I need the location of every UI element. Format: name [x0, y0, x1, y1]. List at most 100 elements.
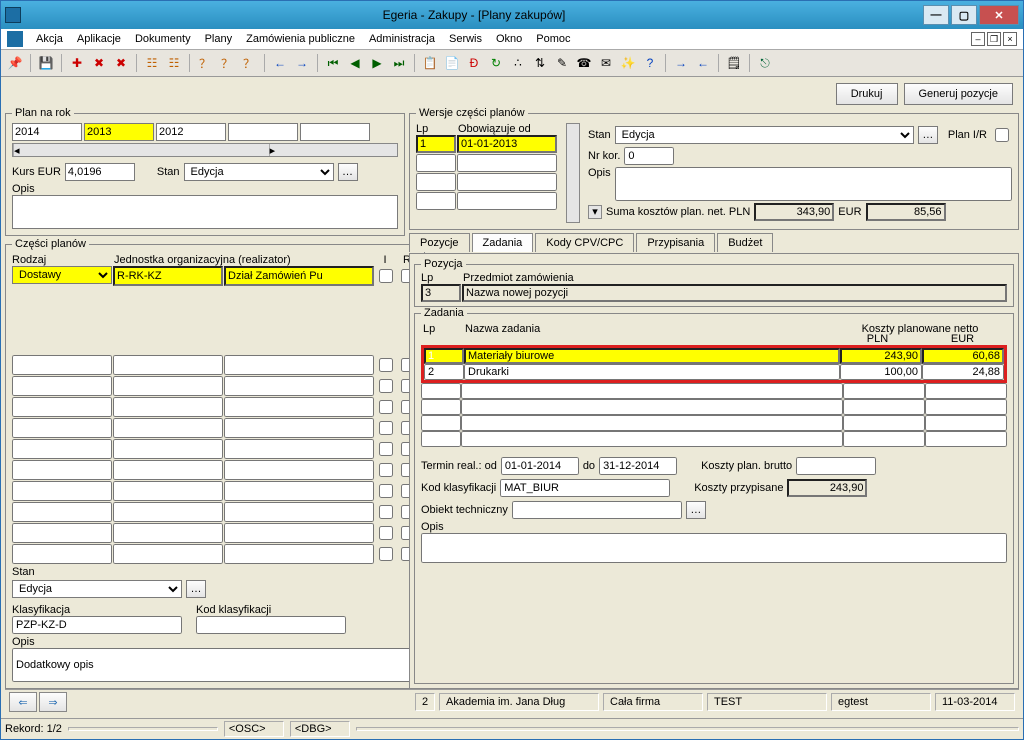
nav-last-icon[interactable]: ⏭ [389, 53, 409, 73]
wersje-scroll[interactable] [566, 123, 580, 223]
minimize-button[interactable]: — [923, 5, 949, 25]
kodkl-z-input[interactable] [500, 479, 670, 497]
stan-w-lookup[interactable]: … [918, 126, 938, 144]
stan-plan-select[interactable]: Edycja [184, 163, 334, 181]
termin-od[interactable] [501, 457, 579, 475]
z2-eur[interactable] [925, 383, 1007, 399]
rodzaj-select[interactable]: Dostawy [12, 266, 112, 284]
menu-administracja[interactable]: Administracja [362, 31, 442, 47]
cz-kod-9[interactable] [113, 544, 223, 564]
stan-cz-select[interactable]: Edycja [12, 580, 182, 598]
cz-nazwa-9[interactable] [224, 544, 374, 564]
wersje-od-2[interactable] [457, 173, 557, 191]
cz-kod-7[interactable] [113, 502, 223, 522]
mdi-restore[interactable]: ❐ [987, 32, 1001, 46]
opis-w-input[interactable] [615, 167, 1012, 201]
klas-input[interactable] [12, 616, 182, 634]
d-red-icon[interactable]: Đ [464, 53, 484, 73]
help2-icon[interactable]: ? [640, 53, 660, 73]
nrkor-input[interactable] [624, 147, 674, 165]
cz-i-0[interactable] [379, 358, 393, 372]
arrow2-left-icon[interactable]: ← [693, 53, 713, 73]
stan-plan-lookup[interactable]: … [338, 163, 358, 181]
z1-eur[interactable] [922, 364, 1004, 380]
cz-nazwa-6[interactable] [224, 481, 374, 501]
z3-pln[interactable] [843, 399, 925, 415]
pin-icon[interactable]: 📌 [5, 53, 25, 73]
wersje-lp-1[interactable] [416, 154, 456, 172]
wand-icon[interactable]: ✎ [552, 53, 572, 73]
opis-cz-input[interactable] [12, 648, 418, 682]
cz-kod-6[interactable] [113, 481, 223, 501]
year-4[interactable] [300, 123, 370, 141]
menu-plany[interactable]: Plany [198, 31, 240, 47]
z4-nazwa[interactable] [461, 415, 843, 431]
maximize-button[interactable]: ▢ [951, 5, 977, 25]
cz-rodzaj-9[interactable] [12, 544, 112, 564]
cz-nazwa-5[interactable] [224, 460, 374, 480]
cz-nazwa-8[interactable] [224, 523, 374, 543]
cz-kod-1[interactable] [113, 376, 223, 396]
mdi-min[interactable]: – [971, 32, 985, 46]
z3-eur[interactable] [925, 399, 1007, 415]
refresh-icon[interactable]: ↻ [486, 53, 506, 73]
wersje-lp-3[interactable] [416, 192, 456, 210]
tab-pozycje[interactable]: Pozycje [409, 233, 470, 252]
cz-kod-0[interactable] [113, 355, 223, 375]
z3-nazwa[interactable] [461, 399, 843, 415]
year-2[interactable] [156, 123, 226, 141]
tree2-icon[interactable]: ☷ [164, 53, 184, 73]
q3-icon[interactable]: ？ [239, 53, 259, 73]
save-icon[interactable]: 💾 [36, 53, 56, 73]
z3-lp[interactable] [421, 399, 461, 415]
wersje-lp-2[interactable] [416, 173, 456, 191]
cz-i-1[interactable] [379, 379, 393, 393]
generate-button[interactable]: Generuj pozycje [904, 83, 1014, 105]
mdi-close[interactable]: × [1003, 32, 1017, 46]
nav-next-icon[interactable]: ▶ [367, 53, 387, 73]
tab-przypisania[interactable]: Przypisania [636, 233, 715, 252]
kurs-input[interactable] [65, 163, 135, 181]
menu-akcja[interactable]: Akcja [29, 31, 70, 47]
z4-eur[interactable] [925, 415, 1007, 431]
obiekt-lookup[interactable]: … [686, 501, 706, 519]
x2-red-icon[interactable]: ✖ [111, 53, 131, 73]
print-button[interactable]: Drukuj [836, 83, 898, 105]
cz-nazwa-4[interactable] [224, 439, 374, 459]
z5-eur[interactable] [925, 431, 1007, 447]
year-scroll[interactable]: ◂▸ [12, 143, 398, 157]
x-red-icon[interactable]: ✖ [89, 53, 109, 73]
z0-pln[interactable] [840, 348, 922, 364]
cz-rodzaj-3[interactable] [12, 418, 112, 438]
termin-do[interactable] [599, 457, 677, 475]
tab-zadania[interactable]: Zadania [472, 233, 534, 252]
cz-nazwa-7[interactable] [224, 502, 374, 522]
cz-rodzaj-1[interactable] [12, 376, 112, 396]
opis-z-input[interactable] [421, 533, 1007, 563]
cz-rodzaj-7[interactable] [12, 502, 112, 522]
close-button[interactable]: ✕ [979, 5, 1019, 25]
koszty-brutto[interactable] [796, 457, 876, 475]
arrow-left-icon[interactable]: ← [270, 53, 290, 73]
cz-nazwa-2[interactable] [224, 397, 374, 417]
cz-rodzaj-0[interactable] [12, 355, 112, 375]
z2-nazwa[interactable] [461, 383, 843, 399]
menu-serwis[interactable]: Serwis [442, 31, 489, 47]
q1-icon[interactable]: ？ [195, 53, 215, 73]
z0-eur[interactable] [922, 348, 1004, 364]
cz-kod-4[interactable] [113, 439, 223, 459]
opis-plan-input[interactable] [12, 195, 398, 229]
status-next[interactable]: ⇒ [39, 692, 67, 712]
z5-lp[interactable] [421, 431, 461, 447]
nav-prev-icon[interactable]: ◀ [345, 53, 365, 73]
z5-pln[interactable] [843, 431, 925, 447]
cz-nazwa-0[interactable] [224, 355, 374, 375]
cz-i-8[interactable] [379, 526, 393, 540]
wersje-od-0[interactable] [457, 135, 557, 153]
cz-kod-3[interactable] [113, 418, 223, 438]
z4-pln[interactable] [843, 415, 925, 431]
doc2-icon[interactable]: 📄 [442, 53, 462, 73]
z1-pln[interactable] [840, 364, 922, 380]
magic-icon[interactable]: ✨ [618, 53, 638, 73]
cz-nazwa-3[interactable] [224, 418, 374, 438]
